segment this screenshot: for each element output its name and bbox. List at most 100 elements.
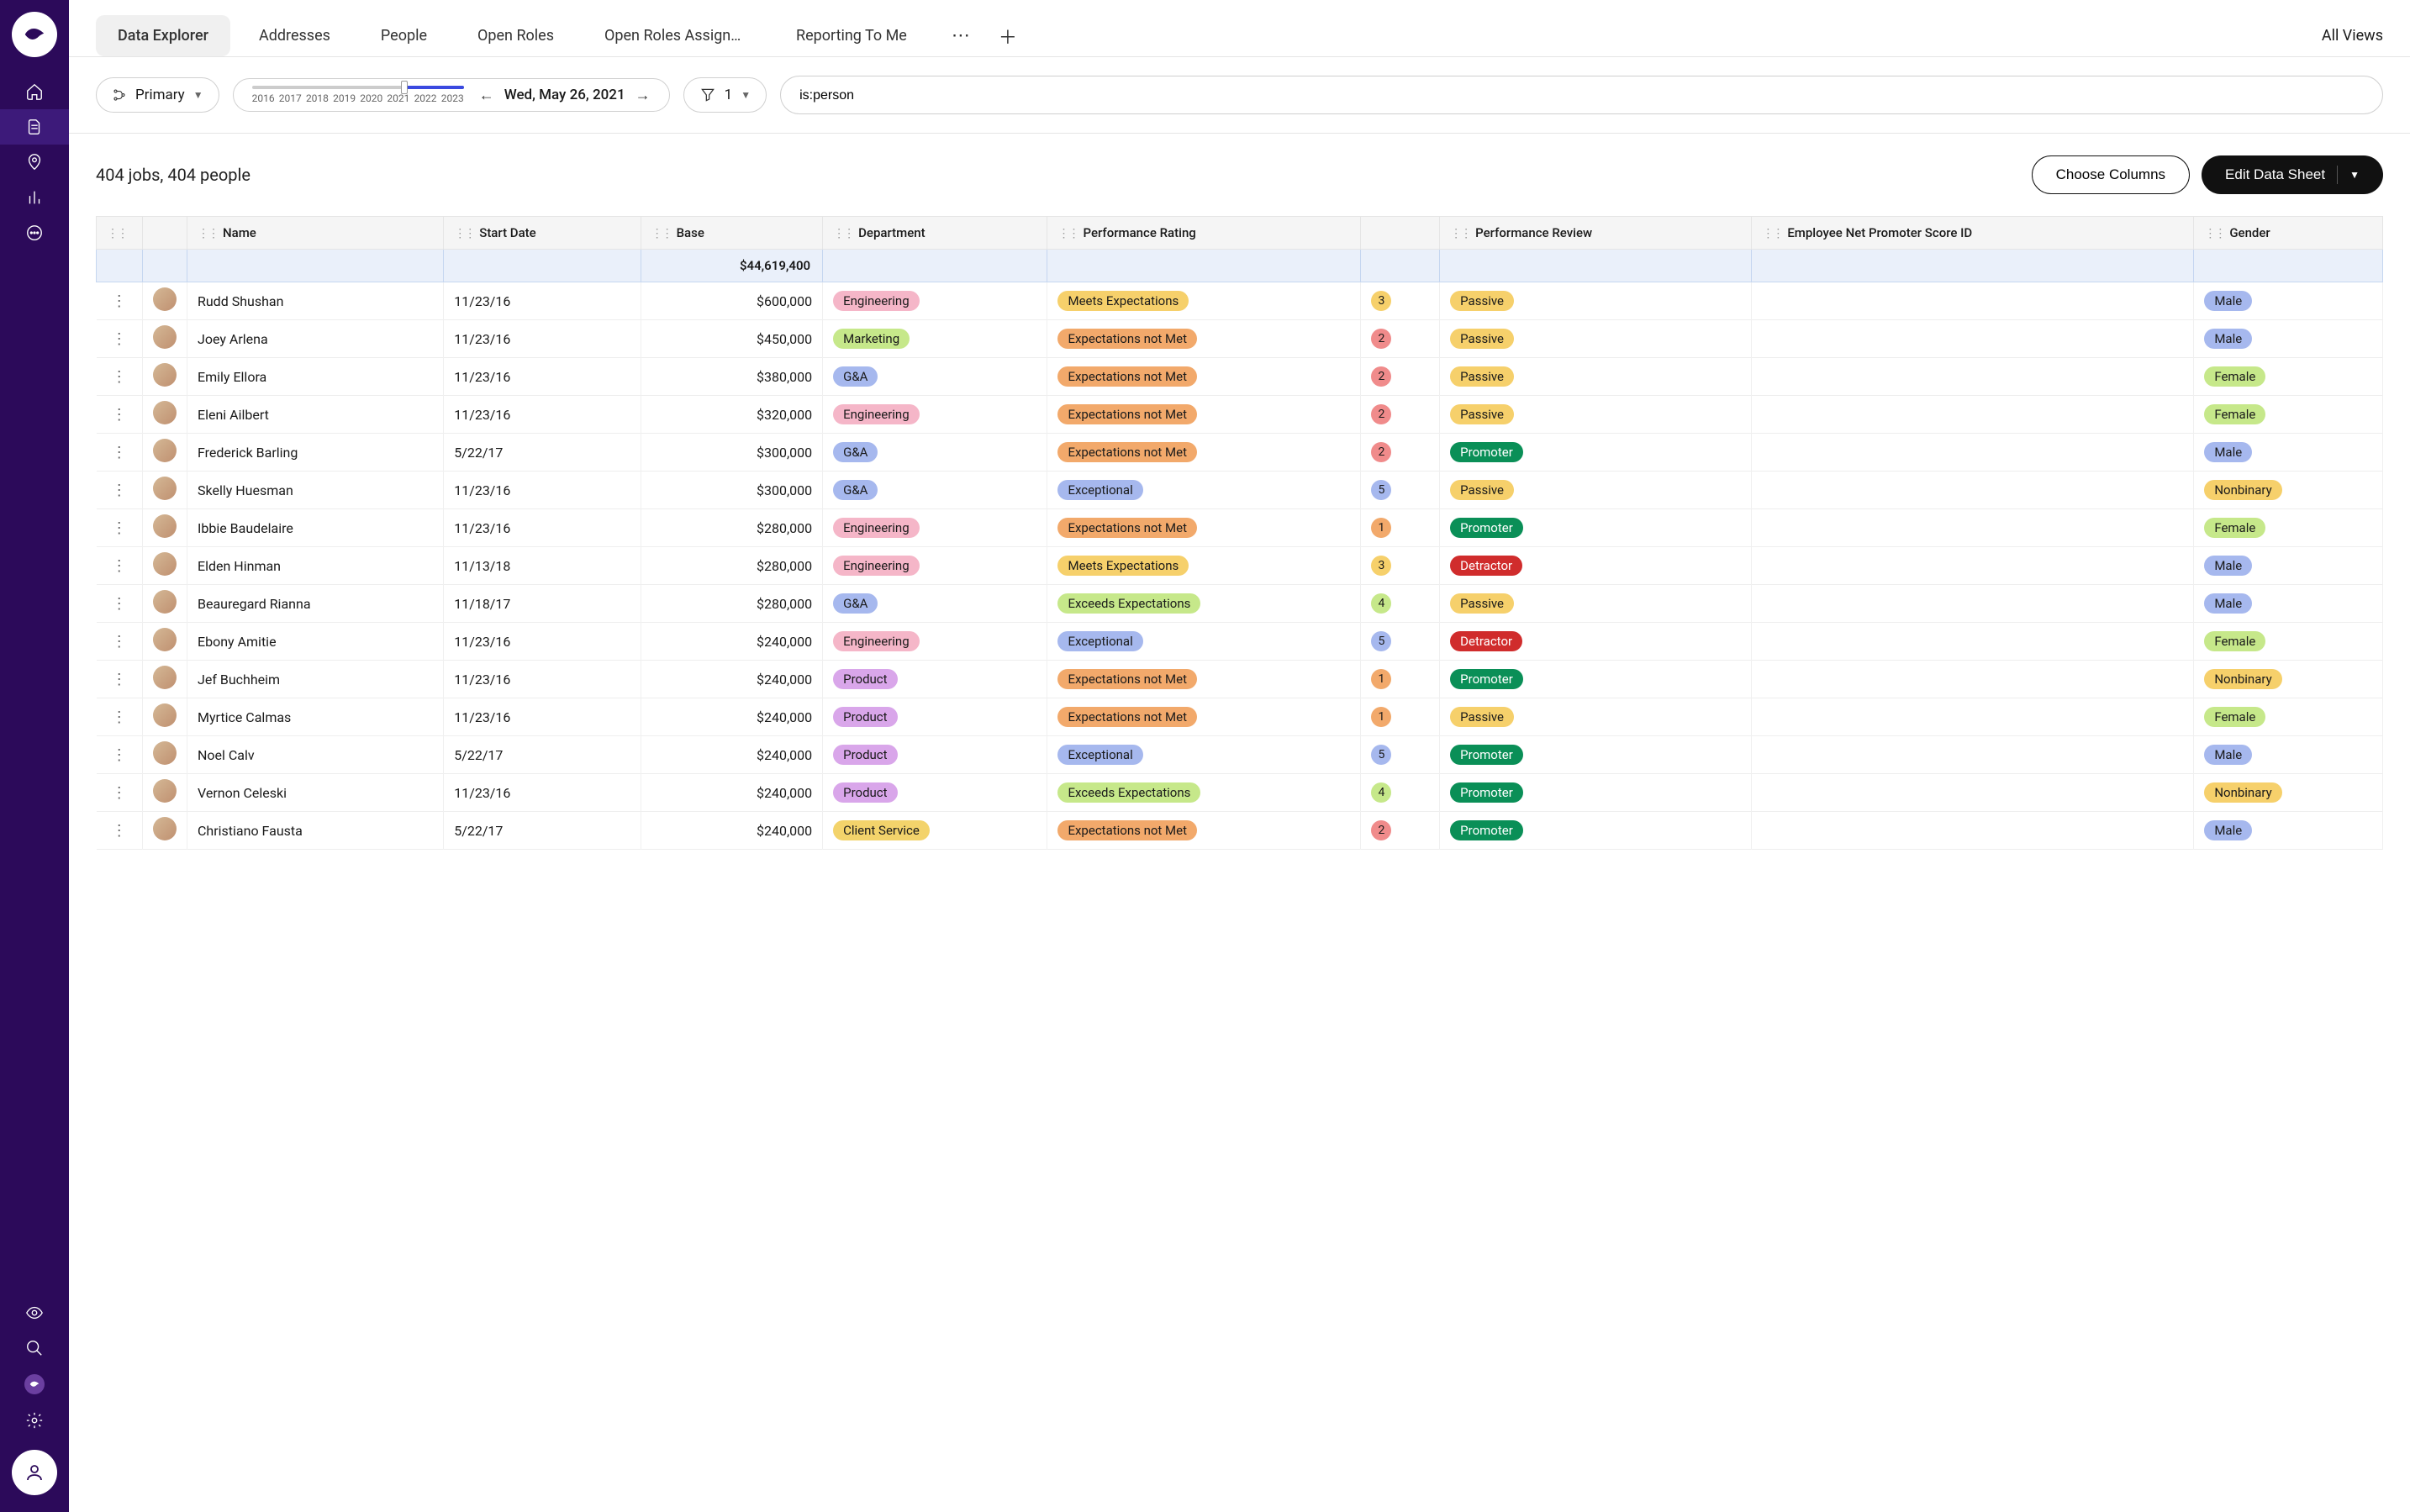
nav-visibility[interactable] (0, 1295, 69, 1330)
app-logo[interactable] (12, 12, 57, 57)
row-menu-button[interactable]: ⋮ (112, 444, 127, 461)
cell-nps-id (1752, 661, 2194, 698)
nav-home[interactable] (0, 74, 69, 109)
drag-handle-icon[interactable]: ⋮⋮ (107, 227, 127, 240)
table-row[interactable]: ⋮Joey Arlena11/23/16$450,000MarketingExp… (97, 320, 2383, 358)
drag-handle-icon[interactable]: ⋮⋮ (833, 227, 853, 240)
table-row[interactable]: ⋮Myrtice Calmas11/23/16$240,000ProductEx… (97, 698, 2383, 736)
row-menu-button[interactable]: ⋮ (112, 822, 127, 840)
column-header[interactable]: ⋮⋮Name (187, 217, 444, 250)
nav-analytics[interactable] (0, 180, 69, 215)
drag-handle-icon[interactable]: ⋮⋮ (651, 227, 672, 240)
scenario-selector[interactable]: Primary ▼ (96, 77, 219, 113)
row-menu-button[interactable]: ⋮ (112, 406, 127, 424)
table-row[interactable]: ⋮Vernon Celeski11/23/16$240,000ProductEx… (97, 774, 2383, 812)
row-menu-button[interactable]: ⋮ (112, 709, 127, 726)
cell-base: $300,000 (641, 434, 823, 472)
choose-columns-button[interactable]: Choose Columns (2032, 155, 2190, 194)
nav-location[interactable] (0, 145, 69, 180)
table-row[interactable]: ⋮Noel Calv5/22/17$240,000ProductExceptio… (97, 736, 2383, 774)
nav-documents[interactable] (0, 109, 69, 145)
row-menu-button[interactable]: ⋮ (112, 784, 127, 802)
table-row[interactable]: ⋮Ibbie Baudelaire11/23/16$280,000Enginee… (97, 509, 2383, 547)
column-header[interactable]: ⋮⋮ (97, 217, 143, 250)
filter-button[interactable]: 1 ▼ (683, 77, 767, 113)
chip-rating: Expectations not Met (1057, 366, 1197, 387)
row-menu-button[interactable]: ⋮ (112, 519, 127, 537)
table-row[interactable]: ⋮Eleni Ailbert11/23/16$320,000Engineerin… (97, 396, 2383, 434)
drag-handle-icon[interactable]: ⋮⋮ (1057, 227, 1078, 240)
table-row[interactable]: ⋮Ebony Amitie11/23/16$240,000Engineering… (97, 623, 2383, 661)
timeline-track[interactable] (252, 86, 464, 89)
cell-nps-id (1752, 812, 2194, 850)
drag-handle-icon[interactable]: ⋮⋮ (1450, 227, 1470, 240)
table-row[interactable]: ⋮Jef Buchheim11/23/16$240,000ProductExpe… (97, 661, 2383, 698)
cell-start-date: 11/23/16 (444, 774, 641, 812)
table-row[interactable]: ⋮Skelly Huesman11/23/16$300,000G&AExcept… (97, 472, 2383, 509)
view-tab[interactable]: Data Explorer (96, 15, 230, 56)
nav-brand-small[interactable] (24, 1374, 45, 1394)
avatar (153, 363, 177, 387)
tab-overflow-button[interactable]: ⋯ (946, 21, 976, 51)
drag-handle-icon[interactable]: ⋮⋮ (198, 227, 218, 240)
add-tab-button[interactable]: ＋ (993, 21, 1023, 51)
chip-gender: Male (2204, 442, 2252, 462)
column-header[interactable] (143, 217, 187, 250)
view-tab[interactable]: Open Roles (456, 15, 576, 56)
view-tab[interactable]: Open Roles Assigned To … (583, 15, 767, 56)
row-menu-button[interactable]: ⋮ (112, 330, 127, 348)
table-row[interactable]: ⋮Beauregard Rianna11/18/17$280,000G&AExc… (97, 585, 2383, 623)
row-menu-button[interactable]: ⋮ (112, 368, 127, 386)
nav-profile[interactable] (12, 1450, 57, 1495)
row-menu-button[interactable]: ⋮ (112, 595, 127, 613)
table-row[interactable]: ⋮Christiano Fausta5/22/17$240,000Client … (97, 812, 2383, 850)
timeline-control[interactable]: 20162017201820192020202120222023 ← Wed, … (233, 78, 670, 112)
search-box[interactable] (780, 76, 2383, 114)
chip-gender: Male (2204, 329, 2252, 349)
nav-search[interactable] (0, 1330, 69, 1366)
chip-gender: Female (2204, 366, 2265, 387)
row-menu-button[interactable]: ⋮ (112, 633, 127, 651)
drag-handle-icon[interactable]: ⋮⋮ (2204, 227, 2224, 240)
search-input[interactable] (799, 88, 2364, 103)
timeline-knob[interactable] (401, 81, 408, 94)
nav-settings[interactable] (0, 1403, 69, 1438)
table-row[interactable]: ⋮Frederick Barling5/22/17$300,000G&AExpe… (97, 434, 2383, 472)
cell-nps-id (1752, 509, 2194, 547)
drag-handle-icon[interactable]: ⋮⋮ (454, 227, 474, 240)
view-tab[interactable]: Reporting To Me (774, 15, 929, 56)
all-views-link[interactable]: All Views (2322, 15, 2383, 56)
timeline-year: 2016 (252, 92, 275, 104)
column-header[interactable]: ⋮⋮Performance Review (1440, 217, 1752, 250)
cell-nps-id (1752, 774, 2194, 812)
view-tab[interactable]: People (359, 15, 449, 56)
column-header[interactable] (1361, 217, 1440, 250)
row-menu-button[interactable]: ⋮ (112, 482, 127, 499)
drag-handle-icon[interactable]: ⋮⋮ (1762, 227, 1782, 240)
nav-more[interactable] (0, 215, 69, 250)
row-menu-button[interactable]: ⋮ (112, 671, 127, 688)
column-header[interactable]: ⋮⋮Employee Net Promoter Score ID (1752, 217, 2194, 250)
row-menu-button[interactable]: ⋮ (112, 292, 127, 310)
column-header[interactable]: ⋮⋮Start Date (444, 217, 641, 250)
column-header[interactable]: ⋮⋮Performance Rating (1047, 217, 1361, 250)
avatar (153, 628, 177, 651)
column-header[interactable]: ⋮⋮Base (641, 217, 823, 250)
date-prev-button[interactable]: ← (479, 87, 494, 104)
chip-gender: Male (2204, 745, 2252, 765)
chip-rating: Exceptional (1057, 631, 1142, 651)
table-row[interactable]: ⋮Emily Ellora11/23/16$380,000G&AExpectat… (97, 358, 2383, 396)
table-row[interactable]: ⋮Rudd Shushan11/23/16$600,000Engineering… (97, 282, 2383, 320)
table-row[interactable]: ⋮Elden Hinman11/13/18$280,000Engineering… (97, 547, 2383, 585)
row-menu-button[interactable]: ⋮ (112, 557, 127, 575)
data-table-wrap[interactable]: ⋮⋮⋮⋮Name⋮⋮Start Date⋮⋮Base⋮⋮Department⋮⋮… (69, 216, 2410, 1512)
date-next-button[interactable]: → (635, 87, 651, 104)
row-menu-button[interactable]: ⋮ (112, 746, 127, 764)
view-tab[interactable]: Addresses (237, 15, 352, 56)
edit-data-sheet-button[interactable]: Edit Data Sheet ▼ (2202, 155, 2383, 194)
column-header[interactable]: ⋮⋮Gender (2194, 217, 2383, 250)
plus-icon: ＋ (999, 23, 1017, 50)
column-header[interactable]: ⋮⋮Department (823, 217, 1047, 250)
cell-base: $300,000 (641, 472, 823, 509)
cell-start-date: 11/13/18 (444, 547, 641, 585)
